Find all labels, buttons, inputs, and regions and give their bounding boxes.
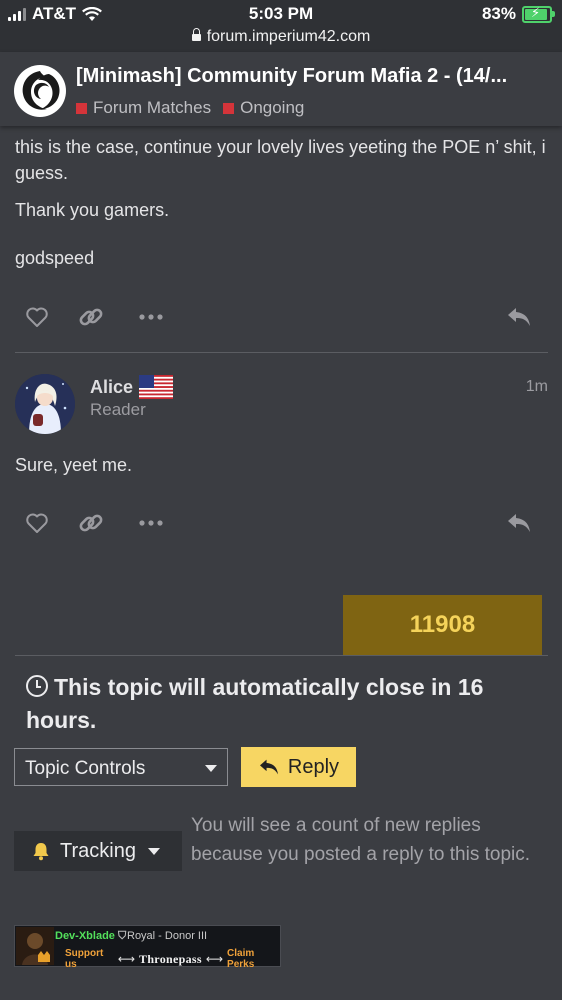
tracking-label: Tracking — [60, 840, 136, 862]
username[interactable]: Alice — [90, 377, 133, 398]
category-ongoing[interactable]: Ongoing — [223, 98, 304, 118]
topic-header: [Minimash] Community Forum Mafia 2 - (14… — [0, 52, 562, 126]
status-time: 5:03 PM — [248, 4, 314, 23]
clock-icon — [26, 675, 48, 697]
auto-close-text: This topic will automatically close in 1… — [26, 674, 484, 733]
like-icon[interactable] — [23, 509, 51, 537]
signature-support-text: Support us — [65, 948, 104, 970]
signature-promo: Support us ⟷ Thronepass ⟷ Claim Perks — [65, 948, 280, 970]
post-1-paragraph-1: this is the case, continue your lovely l… — [15, 120, 555, 186]
site-logo[interactable] — [14, 65, 66, 117]
category-color-swatch — [76, 102, 87, 114]
signature-avatar — [16, 927, 54, 965]
auto-close-notice: This topic will automatically close in 1… — [26, 671, 546, 737]
reply-arrow-icon — [259, 759, 278, 775]
avatar[interactable] — [15, 374, 75, 434]
post-text: this is the case, continue your lovely l… — [15, 137, 546, 183]
post-counter: 11908 — [343, 595, 542, 655]
shield-icon: ⛉ — [117, 930, 127, 942]
url-bar[interactable]: forum.imperium42.com — [0, 28, 562, 52]
category-label: Forum Matches — [93, 98, 212, 117]
category-breadcrumb: Forum Matches Ongoing — [76, 98, 304, 118]
topic-controls-label: Topic Controls — [25, 758, 146, 779]
lock-icon — [191, 28, 201, 41]
reply-icon[interactable] — [505, 303, 533, 331]
signature-rank: Royal - Donor III — [127, 930, 208, 942]
us-flag-icon — [139, 375, 174, 399]
signature-brand: Thronepass — [139, 951, 202, 966]
signature-claim-text: Claim Perks — [227, 948, 255, 970]
more-icon[interactable] — [137, 303, 165, 331]
url-text: forum.imperium42.com — [206, 28, 371, 45]
like-icon[interactable] — [23, 303, 51, 331]
post-1-actions — [0, 297, 562, 337]
link-icon[interactable] — [77, 509, 105, 537]
status-bar: AT&T 5:03 PM 83% ⚡ — [0, 0, 562, 28]
signature-banner[interactable]: Dev-Xblade ⛉ Royal - Donor III Support u… — [14, 925, 281, 970]
bell-icon — [31, 841, 51, 867]
tracking-explanation: You will see a count of new replies beca… — [191, 815, 531, 865]
topic-footer-divider — [15, 655, 548, 656]
more-icon[interactable] — [137, 509, 165, 537]
tracking-dropdown[interactable]: Tracking — [14, 831, 182, 871]
reply-label: Reply — [287, 755, 340, 778]
post-2-actions — [0, 503, 562, 543]
status-right: 83% ⚡ — [481, 4, 555, 24]
chevron-down-icon — [148, 848, 160, 855]
post-body: Sure, yeet me. — [15, 455, 133, 475]
double-arrow-icon: ⟷ — [117, 952, 136, 966]
double-arrow-icon: ⟷ — [205, 952, 224, 966]
post-date[interactable]: 1m — [526, 378, 548, 396]
chevron-down-icon — [205, 765, 217, 772]
reply-icon[interactable] — [505, 509, 533, 537]
battery-percent: 83% — [481, 4, 516, 23]
post-1-paragraph-3: godspeed — [15, 248, 95, 268]
signature-username: Dev-Xblade ⛉ — [55, 930, 127, 942]
user-title: Reader — [90, 400, 146, 419]
category-forum-matches[interactable]: Forum Matches — [76, 98, 211, 118]
link-icon[interactable] — [77, 303, 105, 331]
post-1-paragraph-2: Thank you gamers. — [15, 200, 170, 220]
battery-icon: ⚡ — [522, 5, 555, 23]
topic-controls-dropdown[interactable]: Topic Controls — [14, 748, 228, 786]
post-author: Alice — [90, 375, 174, 399]
reply-button[interactable]: Reply — [241, 747, 356, 787]
post-divider — [15, 352, 548, 353]
topic-title[interactable]: [Minimash] Community Forum Mafia 2 - (14… — [76, 65, 546, 88]
category-label: Ongoing — [240, 98, 305, 117]
category-color-swatch — [223, 102, 235, 114]
